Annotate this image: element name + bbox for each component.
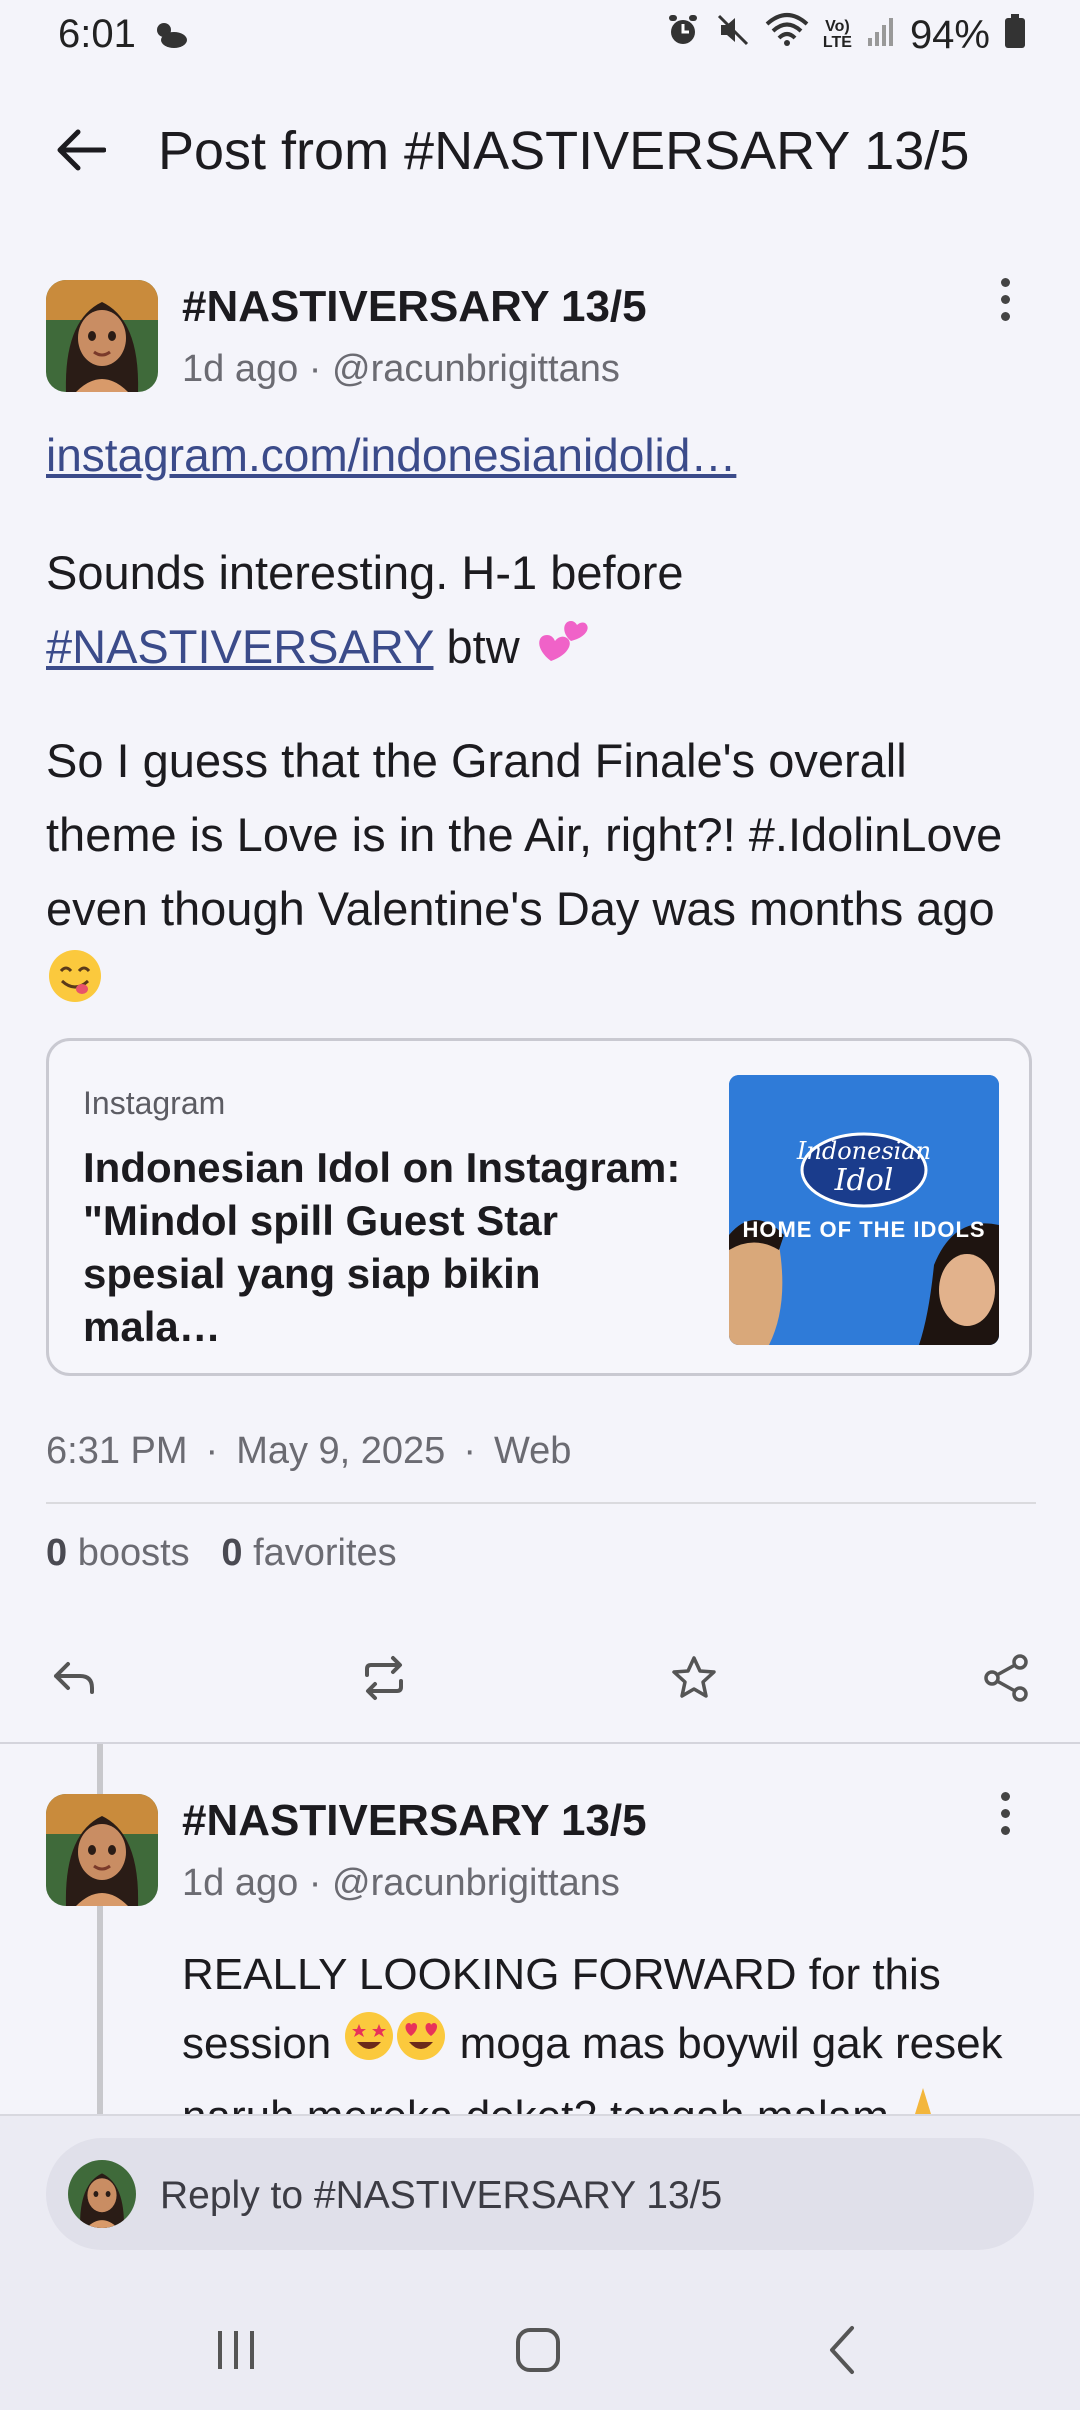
thumbnail-tagline: HOME OF THE IDOLS bbox=[742, 1217, 986, 1242]
reply-meta: 1d ago · @racunbrigittans bbox=[182, 1862, 620, 1905]
reply-author-handle[interactable]: @racunbrigittans bbox=[332, 1862, 620, 1904]
card-title: Indonesian Idol on Instagram: "Mindol sp… bbox=[83, 1144, 681, 1350]
volte-icon: Vo) LTE bbox=[822, 18, 852, 51]
thumbnail-logo-text-2: Idol bbox=[834, 1163, 894, 1198]
top-app-bar: Post from #NASTIVERSARY 13/5 bbox=[0, 100, 1080, 200]
battery-icon bbox=[1004, 13, 1026, 58]
wifi-icon bbox=[765, 12, 809, 58]
status-bar: 6:01 Vo) LTE 94% bbox=[0, 0, 1080, 70]
post-paragraph-1: Sounds interesting. H-1 before #NASTIVER… bbox=[46, 536, 1036, 690]
card-thumbnail: Indonesian Idol HOME OF THE IDOLS bbox=[729, 1075, 999, 1345]
avatar[interactable] bbox=[46, 1794, 158, 1906]
favorites-stat[interactable]: 0 favorites bbox=[221, 1532, 396, 1574]
thumbnail-logo-text-1: Indonesian bbox=[796, 1137, 932, 1165]
divider bbox=[0, 1742, 1080, 1744]
more-options-icon[interactable] bbox=[990, 278, 1020, 324]
star-eyes-emoji-icon bbox=[343, 2010, 395, 2082]
post-link[interactable]: instagram.com/indonesianidolid… bbox=[46, 428, 736, 482]
post-application: Web bbox=[493, 1430, 572, 1472]
status-time: 6:01 bbox=[58, 12, 136, 56]
avatar[interactable] bbox=[46, 280, 158, 392]
dot-separator: · bbox=[463, 1430, 476, 1472]
mute-icon bbox=[715, 12, 751, 58]
post-text-2: So I guess that the Grand Finale's overa… bbox=[46, 734, 1003, 935]
meta-separator: · bbox=[298, 1862, 333, 1904]
post-meta: 1d ago · @racunbrigittans bbox=[182, 348, 620, 391]
recents-icon[interactable] bbox=[196, 2310, 276, 2390]
boosts-count: 0 bbox=[46, 1532, 68, 1574]
back-icon[interactable] bbox=[802, 2310, 882, 2390]
boosts-label: boosts bbox=[77, 1532, 190, 1574]
post-stats: 0 boosts 0 favorites bbox=[46, 1532, 397, 1575]
favorite-icon[interactable] bbox=[662, 1646, 726, 1710]
signal-icon bbox=[866, 13, 896, 58]
post-paragraph-2: So I guess that the Grand Finale's overa… bbox=[46, 724, 1036, 1026]
heart-eyes-emoji-icon bbox=[395, 2010, 447, 2082]
post-author-name[interactable]: #NASTIVERSARY 13/5 bbox=[182, 282, 647, 332]
post-time: 6:31 PM bbox=[46, 1430, 188, 1472]
home-icon[interactable] bbox=[498, 2310, 578, 2390]
reply-content[interactable]: REALLY LOOKING FORWARD for this session … bbox=[182, 1940, 1042, 2116]
favorites-count: 0 bbox=[221, 1532, 243, 1574]
alarm-icon bbox=[665, 12, 701, 58]
post-text-1: Sounds interesting. H-1 before bbox=[46, 546, 684, 599]
folded-hands-emoji-icon bbox=[901, 2084, 945, 2116]
hashtag-link[interactable]: #NASTIVERSARY bbox=[46, 620, 433, 673]
page-title: Post from #NASTIVERSARY 13/5 bbox=[158, 121, 970, 181]
favorites-label: favorites bbox=[253, 1532, 397, 1574]
reply-input-placeholder[interactable]: Reply to #NASTIVERSARY 13/5 bbox=[160, 2174, 722, 2218]
back-arrow-icon[interactable] bbox=[44, 118, 116, 182]
reply-time-ago: 1d ago bbox=[182, 1862, 299, 1904]
post-date: May 9, 2025 bbox=[236, 1430, 446, 1472]
battery-percent: 94% bbox=[909, 12, 990, 57]
meta-separator: · bbox=[298, 348, 333, 390]
post-timestamp-row: 6:31 PM · May 9, 2025 · Web bbox=[46, 1430, 571, 1473]
weather-icon bbox=[150, 18, 190, 55]
yum-emoji-icon bbox=[46, 947, 104, 1026]
link-preview-card[interactable]: Instagram Indonesian Idol on Instagram: … bbox=[46, 1038, 1032, 1376]
post-time-ago: 1d ago bbox=[182, 348, 299, 390]
two-hearts-emoji-icon bbox=[533, 611, 591, 690]
dot-separator: · bbox=[205, 1430, 219, 1472]
boosts-stat[interactable]: 0 boosts bbox=[46, 1532, 190, 1574]
post-text-1-tail: btw bbox=[433, 620, 520, 673]
avatar bbox=[68, 2160, 136, 2228]
reply-icon[interactable] bbox=[42, 1646, 106, 1710]
divider bbox=[46, 1502, 1036, 1504]
more-options-icon[interactable] bbox=[990, 1792, 1020, 1838]
boost-icon[interactable] bbox=[352, 1646, 416, 1710]
share-icon[interactable] bbox=[974, 1646, 1038, 1710]
reply-author-name[interactable]: #NASTIVERSARY 13/5 bbox=[182, 1796, 647, 1846]
card-source: Instagram bbox=[83, 1085, 226, 1121]
post-author-handle[interactable]: @racunbrigittans bbox=[332, 348, 620, 390]
reply-compose-bar[interactable]: Reply to #NASTIVERSARY 13/5 bbox=[46, 2138, 1034, 2250]
